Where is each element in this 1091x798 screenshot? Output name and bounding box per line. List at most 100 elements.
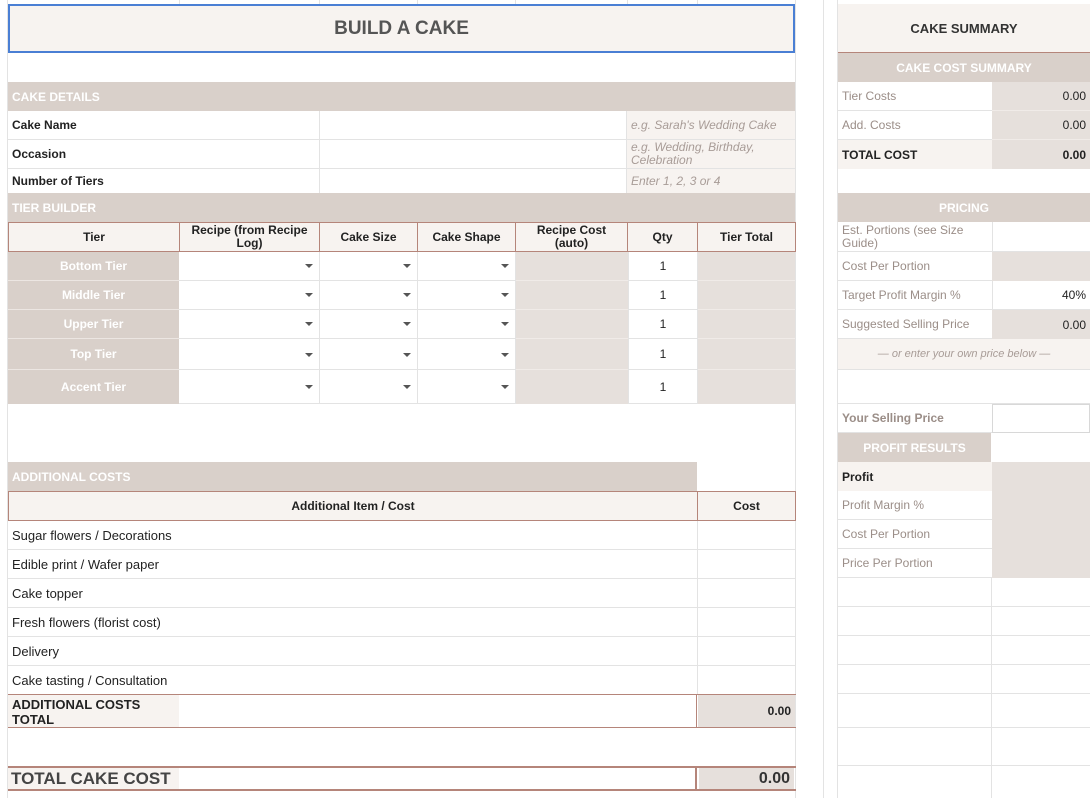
item-label: Fresh flowers (florist cost)	[12, 614, 161, 630]
tier-label: Middle Tier	[8, 281, 179, 310]
qty-cell[interactable]: 1	[628, 310, 698, 339]
tier-label: Top Tier	[8, 339, 179, 370]
additional-costs-total-spacer	[179, 695, 697, 727]
chevron-down-icon	[501, 264, 509, 268]
item-cost-input[interactable]	[698, 637, 795, 666]
cake-name-input[interactable]	[320, 111, 627, 140]
cake-shape-dropdown[interactable]	[418, 281, 516, 310]
tier-label: Upper Tier	[8, 310, 179, 339]
cake-size-dropdown[interactable]	[320, 370, 418, 404]
pricing-header: PRICING	[838, 193, 1090, 222]
cake-shape-dropdown[interactable]	[418, 370, 516, 404]
chevron-down-icon	[501, 322, 509, 326]
profit-value	[992, 462, 1090, 491]
chevron-down-icon	[305, 264, 313, 268]
tier-row-middle: Middle Tier 1	[8, 281, 795, 310]
profit-label: Profit	[838, 462, 992, 491]
tier-row-accent: Accent Tier 1	[8, 370, 795, 404]
chevron-down-icon	[501, 385, 509, 389]
tier-label: Bottom Tier	[8, 252, 179, 281]
qty-cell[interactable]: 1	[628, 281, 698, 310]
recipe-cost-cell	[516, 252, 628, 281]
additional-costs-header: ADDITIONAL COSTS	[8, 462, 697, 491]
tier-costs-label: Tier Costs	[838, 82, 992, 111]
profit-margin-value	[992, 491, 1090, 520]
qty-cell[interactable]: 1	[628, 370, 698, 404]
item-label: Edible print / Wafer paper	[12, 556, 159, 572]
number-of-tiers-input[interactable]	[320, 169, 627, 193]
price-per-portion-value	[992, 549, 1090, 578]
col-qty: Qty	[628, 223, 698, 251]
occasion-label: Occasion	[8, 140, 320, 169]
qty-cell[interactable]: 1	[628, 252, 698, 281]
result-cost-per-portion-value	[992, 520, 1090, 549]
price-per-portion-label: Price Per Portion	[838, 549, 992, 578]
qty-cell[interactable]: 1	[628, 339, 698, 370]
chevron-down-icon	[305, 293, 313, 297]
occasion-input[interactable]	[320, 140, 627, 169]
est-portions-input[interactable]	[992, 222, 1090, 252]
chevron-down-icon	[501, 293, 509, 297]
tier-total-cell	[698, 310, 795, 339]
item-cost-input[interactable]	[698, 608, 795, 637]
item-label: Cake tasting / Consultation	[12, 673, 168, 688]
total-cost-value: 0.00	[992, 140, 1090, 169]
suggested-selling-price-value: 0.00	[992, 310, 1090, 339]
cake-size-dropdown[interactable]	[320, 252, 418, 281]
recipe-dropdown[interactable]	[179, 370, 320, 404]
tier-builder-header: TIER BUILDER	[8, 193, 795, 222]
cake-shape-dropdown[interactable]	[418, 339, 516, 370]
chevron-down-icon	[403, 385, 411, 389]
recipe-dropdown[interactable]	[179, 310, 320, 339]
chevron-down-icon	[403, 293, 411, 297]
target-profit-margin-label: Target Profit Margin %	[838, 281, 992, 310]
cake-shape-dropdown[interactable]	[418, 252, 516, 281]
col-additional-item: Additional Item / Cost	[9, 492, 698, 520]
additional-costs-table-header: Additional Item / Cost Cost	[8, 491, 796, 521]
tier-row-top: Top Tier 1	[8, 339, 795, 370]
recipe-cost-cell	[516, 310, 628, 339]
tier-row-bottom: Bottom Tier 1	[8, 252, 795, 281]
add-costs-value: 0.00	[992, 111, 1090, 140]
total-cake-cost-value: 0.00	[699, 768, 794, 789]
additional-costs-total-label: ADDITIONAL COSTS TOTAL	[8, 695, 179, 727]
tier-label: Accent Tier	[8, 370, 179, 404]
own-price-spacer	[838, 370, 1090, 404]
cake-name-hint: e.g. Sarah's Wedding Cake	[627, 111, 795, 140]
col-tier-total: Tier Total	[720, 229, 773, 244]
cake-name-label: Cake Name	[8, 111, 320, 140]
chevron-down-icon	[403, 264, 411, 268]
additional-costs-total-row: ADDITIONAL COSTS TOTAL 0.00	[8, 694, 796, 728]
recipe-dropdown[interactable]	[179, 252, 320, 281]
item-cost-input[interactable]	[698, 666, 795, 695]
number-of-tiers-hint: Enter 1, 2, 3 or 4	[627, 169, 795, 193]
item-cost-input[interactable]	[698, 550, 795, 579]
recipe-cost-cell	[516, 370, 628, 404]
your-selling-price-input[interactable]	[992, 404, 1090, 433]
profit-results-header: PROFIT RESULTS	[838, 433, 991, 462]
cake-shape-dropdown[interactable]	[418, 310, 516, 339]
item-cost-input[interactable]	[698, 579, 795, 608]
col-cost: Cost	[733, 498, 760, 513]
target-profit-margin-input[interactable]: 40%	[992, 281, 1090, 310]
recipe-dropdown[interactable]	[179, 339, 320, 370]
page-title[interactable]: BUILD A CAKE	[8, 4, 795, 53]
recipe-dropdown[interactable]	[179, 281, 320, 310]
item-cost-input[interactable]	[698, 521, 795, 550]
col-recipe-cost: Recipe Cost (auto)	[516, 223, 628, 251]
tier-total-cell	[698, 252, 795, 281]
chevron-down-icon	[305, 322, 313, 326]
cake-size-dropdown[interactable]	[320, 281, 418, 310]
item-label: Cake topper	[12, 585, 83, 601]
list-item: Cake tasting / Consultation	[8, 666, 698, 695]
add-costs-label: Add. Costs	[838, 111, 992, 140]
cake-size-dropdown[interactable]	[320, 310, 418, 339]
additional-costs-total-value: 0.00	[698, 695, 795, 727]
cost-per-portion-label: Cost Per Portion	[838, 252, 992, 281]
number-of-tiers-label: Number of Tiers	[8, 169, 320, 193]
total-cake-cost-spacer	[179, 768, 697, 789]
tier-costs-value: 0.00	[992, 82, 1090, 111]
chevron-down-icon	[305, 353, 313, 357]
cake-size-dropdown[interactable]	[320, 339, 418, 370]
result-cost-per-portion-label: Cost Per Portion	[838, 520, 992, 549]
